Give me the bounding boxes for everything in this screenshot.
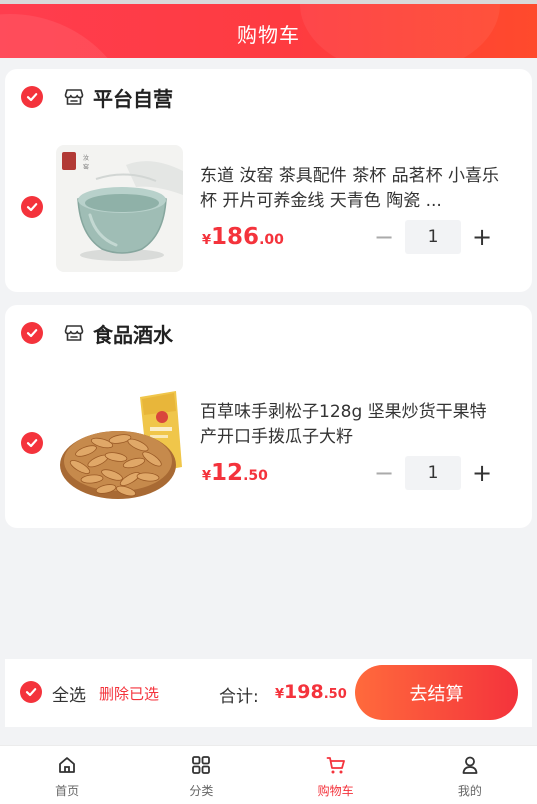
check-icon bbox=[26, 329, 38, 338]
increase-button[interactable]: + bbox=[465, 220, 499, 254]
tab-cart[interactable]: 购物车 bbox=[269, 746, 403, 804]
decrease-button[interactable]: − bbox=[367, 456, 401, 490]
quantity-input[interactable]: 1 bbox=[405, 456, 461, 490]
total-price: ¥198.50 bbox=[275, 681, 347, 703]
delete-selected-button[interactable]: 删除已选 bbox=[99, 683, 159, 704]
checkout-button[interactable]: 去结算 bbox=[355, 665, 518, 720]
tab-home[interactable]: 首页 bbox=[0, 746, 134, 804]
tab-label: 首页 bbox=[55, 784, 80, 798]
total-currency: ¥ bbox=[275, 687, 285, 702]
select-all-checkbox[interactable] bbox=[20, 681, 42, 703]
decrease-button[interactable]: − bbox=[367, 220, 401, 254]
price-currency: ¥ bbox=[202, 233, 212, 248]
product-image[interactable]: 汝 窑 bbox=[56, 145, 183, 272]
tab-mine[interactable]: 我的 bbox=[403, 746, 537, 804]
quantity-stepper: − 1 + bbox=[367, 455, 499, 491]
shop-checkbox[interactable] bbox=[21, 86, 43, 108]
home-icon bbox=[59, 757, 76, 773]
product-title[interactable]: 东道 汝窑 茶具配件 茶杯 品茗杯 小喜乐杯 开片可养金线 天青色 陶瓷 ... bbox=[200, 164, 500, 214]
shop-name: 平台自营 bbox=[93, 86, 173, 111]
price-integer: 186 bbox=[211, 224, 260, 250]
total-label: 合计: bbox=[219, 687, 259, 707]
page-title: 购物车 bbox=[237, 23, 300, 47]
shop-card: 平台自营 汝 窑 东道 汝窑 茶具配件 茶杯 品茗杯 小喜乐杯 开片可养金线 天… bbox=[5, 69, 532, 292]
price-integer: 12 bbox=[211, 460, 244, 486]
quantity-input[interactable]: 1 bbox=[405, 220, 461, 254]
header-bar: 购物车 bbox=[0, 4, 537, 58]
product-title[interactable]: 百草味手剥松子128g 坚果炒货干果特产开口手拨瓜子大籽 bbox=[200, 400, 500, 450]
check-icon bbox=[26, 203, 38, 212]
item-checkbox[interactable] bbox=[21, 432, 43, 454]
store-icon bbox=[63, 322, 85, 344]
product-price: ¥12.50 bbox=[202, 460, 268, 486]
tab-category[interactable]: 分类 bbox=[134, 746, 268, 804]
shop-header[interactable]: 平台自营 bbox=[63, 84, 173, 111]
price-currency: ¥ bbox=[202, 469, 212, 484]
shop-name: 食品酒水 bbox=[93, 322, 173, 347]
tab-label: 购物车 bbox=[317, 784, 354, 798]
price-decimal: .00 bbox=[259, 232, 284, 248]
bottom-tab-bar: 首页 分类 购物车 我的 bbox=[0, 745, 537, 804]
tab-label: 分类 bbox=[189, 784, 214, 798]
increase-button[interactable]: + bbox=[465, 456, 499, 490]
total-integer: 198 bbox=[284, 681, 324, 703]
tab-label: 我的 bbox=[457, 784, 482, 798]
check-icon bbox=[25, 688, 37, 697]
check-icon bbox=[26, 93, 38, 102]
quantity-stepper: − 1 + bbox=[367, 219, 499, 255]
price-decimal: .50 bbox=[243, 468, 268, 484]
total-decimal: .50 bbox=[323, 687, 347, 702]
user-icon bbox=[462, 756, 478, 774]
shop-checkbox[interactable] bbox=[21, 322, 43, 344]
check-icon bbox=[26, 439, 38, 448]
item-checkbox[interactable] bbox=[21, 196, 43, 218]
shop-header[interactable]: 食品酒水 bbox=[63, 320, 173, 347]
grid-icon bbox=[192, 756, 211, 774]
svg-text:汝: 汝 bbox=[83, 154, 89, 162]
select-all-label[interactable]: 全选 bbox=[52, 681, 86, 706]
svg-text:窑: 窑 bbox=[83, 163, 89, 171]
product-image[interactable] bbox=[56, 381, 183, 508]
cart-icon bbox=[326, 757, 345, 774]
checkout-bar: 全选 删除已选 合计: ¥198.50 去结算 bbox=[5, 659, 532, 727]
shop-card: 食品酒水 百草味手剥松子128g 坚果炒货干果特产开口手拨瓜子大籽 ¥12.50… bbox=[5, 305, 532, 528]
store-icon bbox=[63, 86, 85, 108]
product-price: ¥186.00 bbox=[202, 224, 284, 250]
